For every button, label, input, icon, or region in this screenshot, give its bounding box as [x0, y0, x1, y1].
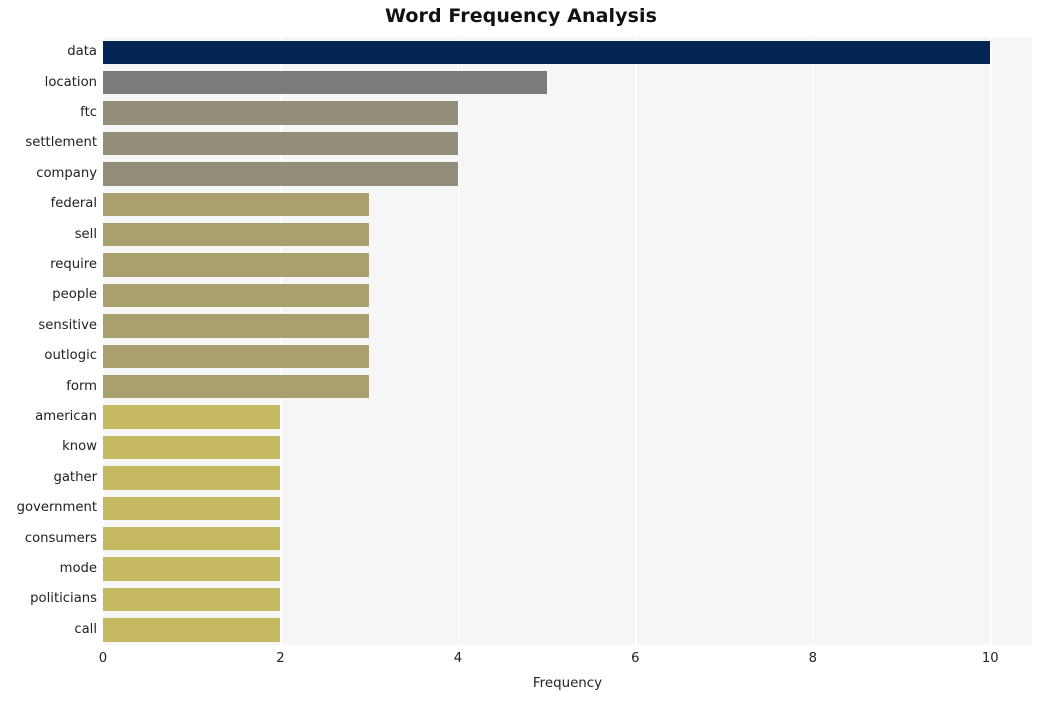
y-tick-label: government	[16, 500, 97, 516]
bar-row	[103, 463, 1032, 493]
bar	[103, 222, 370, 247]
bar-row	[103, 493, 1032, 523]
bar-row	[103, 219, 1032, 249]
bar	[103, 496, 281, 520]
bar	[103, 587, 281, 612]
y-tick-label: call	[74, 621, 97, 637]
y-tick-label: sensitive	[38, 317, 97, 333]
bar	[103, 405, 281, 429]
x-tick-label: 2	[276, 651, 285, 666]
bar-row	[103, 554, 1032, 584]
y-tick-label: gather	[53, 469, 97, 485]
x-tick-label: 0	[98, 651, 108, 666]
bar	[103, 40, 991, 64]
bar	[103, 618, 281, 642]
bar-row	[103, 250, 1032, 280]
y-tick-label: data	[67, 44, 97, 60]
bar	[103, 344, 370, 368]
bar-row	[103, 371, 1032, 401]
bar-row	[103, 615, 1032, 645]
bar	[103, 131, 458, 156]
bar	[103, 192, 370, 216]
bar-row	[103, 98, 1032, 128]
bar	[103, 162, 458, 186]
y-tick-label: outlogic	[44, 348, 97, 364]
y-tick-label: know	[62, 439, 97, 455]
y-axis-tick-labels: data location ftc settlement company federal s…	[0, 37, 97, 645]
bar	[103, 374, 370, 399]
bar	[103, 101, 458, 125]
bar	[103, 435, 281, 460]
x-tick-label: 6	[631, 651, 640, 666]
bar	[103, 314, 370, 338]
y-tick-label: sell	[74, 226, 97, 242]
bar	[103, 526, 281, 551]
bar	[103, 557, 281, 581]
bar-row	[103, 189, 1032, 219]
x-tick-label: 8	[808, 651, 818, 666]
plot-area	[103, 37, 1032, 645]
y-tick-label: require	[50, 257, 97, 272]
y-tick-label: american	[35, 409, 97, 424]
bar-row	[103, 584, 1032, 614]
bar-row	[103, 432, 1032, 462]
bar	[103, 466, 281, 490]
y-tick-label: location	[44, 74, 97, 90]
bar	[103, 253, 370, 277]
y-tick-label: settlement	[25, 135, 97, 151]
x-tick-label: 4	[453, 651, 463, 666]
y-tick-label: ftc	[80, 105, 97, 120]
bar-row	[103, 341, 1032, 371]
x-axis-label: Frequency	[532, 676, 603, 691]
chart-title: Word Frequency Analysis	[384, 5, 658, 27]
y-tick-label: people	[52, 287, 97, 303]
y-tick-label: federal	[50, 196, 97, 212]
bar-row	[103, 523, 1032, 553]
bar-row	[103, 67, 1032, 97]
x-axis: Frequency 0 2 4 6 8 10	[0, 645, 1042, 701]
y-tick-label: form	[66, 378, 97, 394]
y-tick-label: politicians	[30, 591, 97, 607]
bar-row	[103, 159, 1032, 189]
bar-row	[103, 311, 1032, 341]
word-frequency-chart: Word Frequency Analysis data location ftc s…	[0, 0, 1042, 701]
y-tick-label: company	[36, 165, 97, 181]
y-tick-label: consumers	[24, 530, 97, 546]
x-tick-label: 10	[981, 651, 999, 666]
bar-row	[103, 402, 1032, 432]
bar-row	[103, 280, 1032, 310]
bar	[103, 283, 370, 308]
y-tick-label: mode	[59, 561, 97, 576]
bar	[103, 70, 547, 95]
bar-row	[103, 128, 1032, 158]
bar-row	[103, 37, 1032, 67]
